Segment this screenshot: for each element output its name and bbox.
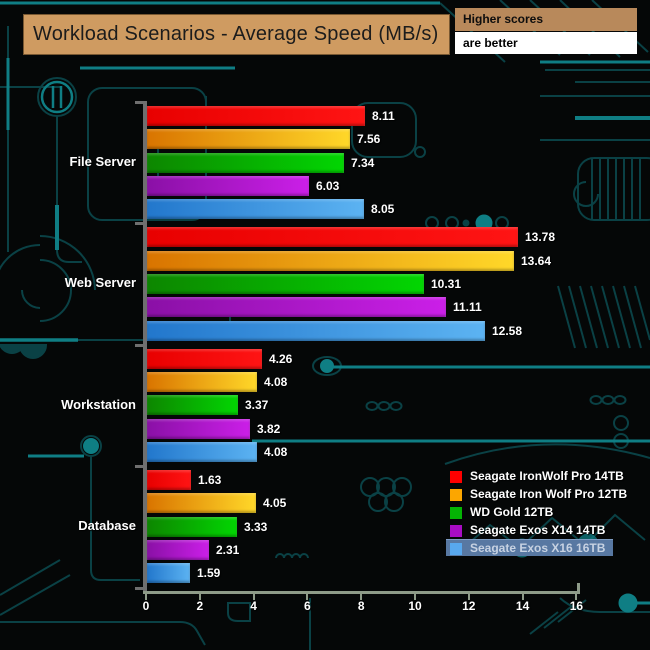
bar-wd-gold-12tb-file-server: [147, 152, 344, 173]
bar-seagate-exos-x14-14tb-workstation: [147, 418, 250, 439]
bar-value-label: 1.59: [197, 566, 221, 581]
bar-seagate-ironwolf-pro-14tb-database: [147, 469, 191, 490]
bar-seagate-exos-x16-16tb-file-server: [147, 199, 364, 220]
category-label-workstation: Workstation: [61, 396, 136, 412]
bar-value-label: 4.05: [263, 496, 287, 511]
bar-value-label: 1.63: [198, 472, 222, 487]
x-axis-tick-label: 12: [462, 599, 476, 613]
legend-label-seagate-ironwolf-pro-14tb: Seagate IronWolf Pro 14TB: [470, 469, 624, 483]
bar-seagate-exos-x16-16tb-web-server: [147, 320, 485, 341]
higher-scores-note: Higher scores: [455, 8, 637, 31]
bar-seagate-iron-wolf-pro-12tb-workstation: [147, 371, 257, 392]
bar-seagate-ironwolf-pro-14tb-file-server: [147, 106, 365, 126]
bar-seagate-iron-wolf-pro-12tb-database: [147, 493, 256, 514]
bar-value-label: 10.31: [431, 276, 462, 291]
bar-value-label: 4.26: [269, 351, 293, 366]
bar-value-label: 8.11: [372, 109, 395, 123]
bar-value-label: 7.56: [357, 132, 381, 147]
bar-seagate-exos-x14-14tb-file-server: [147, 175, 309, 196]
legend-swatch-seagate-exos-x14-14tb: [450, 525, 462, 537]
bar-seagate-exos-x16-16tb-database: [147, 563, 190, 584]
legend-label-seagate-iron-wolf-pro-12tb: Seagate Iron Wolf Pro 12TB: [470, 487, 628, 501]
x-axis-tick-label: 14: [515, 599, 530, 613]
value-axis-end-tick: [577, 583, 580, 591]
x-axis-tick-label: 10: [408, 599, 422, 613]
legend-swatch-seagate-ironwolf-pro-14tb: [450, 471, 462, 483]
legend-swatch-wd-gold-12tb: [450, 507, 462, 519]
bar-wd-gold-12tb-workstation: [147, 395, 238, 416]
bar-seagate-exos-x14-14tb-database: [147, 539, 209, 560]
legend-swatch-seagate-iron-wolf-pro-12tb: [450, 489, 462, 501]
bar-value-label: 13.64: [521, 253, 552, 268]
x-axis-tick-label: 0: [142, 599, 150, 613]
chart-title: Workload Scenarios - Average Speed (MB/s…: [23, 14, 450, 55]
category-label-web-server: Web Server: [64, 275, 136, 291]
bar-seagate-ironwolf-pro-14tb-workstation: [147, 348, 262, 369]
bar-value-label: 2.31: [216, 542, 240, 557]
category-axis-tick: [135, 101, 143, 104]
bar-seagate-iron-wolf-pro-12tb-web-server: [147, 250, 514, 271]
bar-value-label: 3.37: [245, 398, 269, 413]
bar-wd-gold-12tb-database: [147, 516, 237, 537]
bar-wd-gold-12tb-web-server: [147, 273, 424, 294]
category-axis-tick: [135, 587, 143, 590]
bar-seagate-ironwolf-pro-14tb-web-server: [147, 227, 518, 248]
bar-seagate-iron-wolf-pro-12tb-file-server: [147, 129, 350, 150]
legend-swatch-seagate-exos-x16-16tb: [450, 543, 462, 555]
bar-seagate-exos-x14-14tb-web-server: [147, 297, 446, 318]
category-axis-tick: [135, 464, 143, 468]
category-label-file-server: File Server: [69, 154, 137, 169]
bar-value-label: 8.05: [371, 202, 395, 217]
bar-value-label: 12.58: [492, 323, 523, 338]
bar-value-label: 4.08: [264, 444, 288, 459]
x-axis-tick-label: 8: [357, 599, 365, 613]
x-axis-tick-label: 16: [569, 599, 584, 613]
x-axis-tick-label: 4: [250, 599, 257, 613]
bar-value-label: 3.82: [257, 421, 281, 436]
x-axis-tick-label: 2: [196, 599, 204, 613]
x-axis-tick-label: 6: [304, 599, 311, 613]
bar-value-label: 7.34: [351, 155, 375, 170]
legend-label-seagate-exos-x14-14tb: Seagate Exos X14 14TB: [470, 523, 606, 537]
bar-value-label: 13.78: [525, 230, 556, 245]
are-better-note: are better: [455, 32, 637, 54]
category-axis-tick: [135, 343, 143, 347]
bar-value-label: 4.08: [264, 374, 288, 389]
bar-value-label: 6.03: [316, 178, 340, 193]
benchmark-chart-page: Workload Scenarios - Average Speed (MB/s…: [0, 0, 650, 650]
bar-value-label: 3.33: [244, 519, 268, 534]
legend-label-wd-gold-12tb: WD Gold 12TB: [470, 505, 554, 519]
category-axis-tick: [135, 222, 143, 226]
bar-value-label: 11.11: [453, 300, 482, 315]
category-label-database: Database: [78, 517, 136, 533]
legend-label-seagate-exos-x16-16tb: Seagate Exos X16 16TB: [470, 541, 606, 555]
bar-seagate-exos-x16-16tb-workstation: [147, 441, 257, 462]
